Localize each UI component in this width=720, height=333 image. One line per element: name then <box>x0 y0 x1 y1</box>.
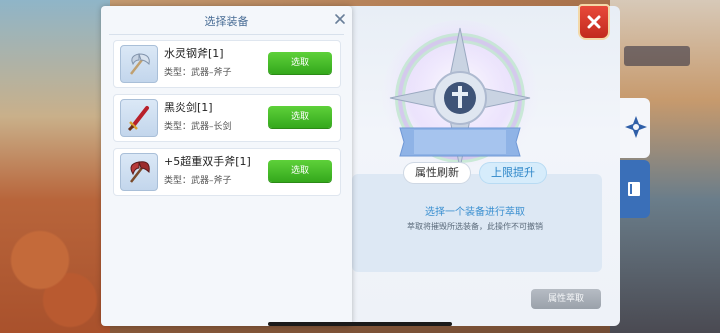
item-name: 水灵钢斧[1] <box>164 47 224 60</box>
side-tab-extraction[interactable] <box>620 98 650 158</box>
axe-icon <box>120 45 158 83</box>
select-equipment-hint: 选择一个装备进行萃取 <box>425 207 525 218</box>
close-icon <box>587 15 601 29</box>
close-button[interactable] <box>578 4 610 40</box>
item-type: 类型：武器–长剑 <box>164 122 232 132</box>
item-name: 黑炎剑[1] <box>164 101 213 114</box>
divider <box>109 34 344 35</box>
game-background-left <box>0 0 110 333</box>
book-icon <box>628 182 640 196</box>
destroy-warning: 萃取将摧毁所选装备，此操作不可撤销 <box>407 222 543 231</box>
item-type: 类型：武器–斧子 <box>164 176 232 186</box>
equipment-select-panel: 选择装备 水灵钢斧[1] 类型：武器–斧子 选取 黑炎剑[1] 类型：武器–长剑… <box>101 6 352 326</box>
tab-limit-upgrade[interactable]: 上限提升 <box>480 163 546 183</box>
select-button[interactable]: 选取 <box>268 52 332 74</box>
close-icon[interactable] <box>334 13 346 25</box>
item-type: 类型：武器–斧子 <box>164 68 232 78</box>
select-button[interactable]: 选取 <box>268 160 332 182</box>
double-axe-icon <box>120 153 158 191</box>
select-button[interactable]: 选取 <box>268 106 332 128</box>
equipment-item-row: 黑炎剑[1] 类型：武器–长剑 选取 <box>113 94 341 142</box>
equipment-item-row: 水灵钢斧[1] 类型：武器–斧子 选取 <box>113 40 341 88</box>
sword-icon <box>120 99 158 137</box>
home-indicator[interactable] <box>268 322 452 326</box>
item-name: +5超重双手斧[1] <box>164 155 251 168</box>
tab-attribute-refresh[interactable]: 属性刷新 <box>404 163 470 183</box>
chat-overlay <box>624 46 690 66</box>
extract-button[interactable]: 属性萃取 <box>531 289 601 309</box>
select-panel-title: 选择装备 <box>204 15 249 28</box>
compass-icon <box>625 116 647 138</box>
equipment-item-row: +5超重双手斧[1] 类型：武器–斧子 选取 <box>113 148 341 196</box>
side-tab-book[interactable] <box>620 160 650 218</box>
